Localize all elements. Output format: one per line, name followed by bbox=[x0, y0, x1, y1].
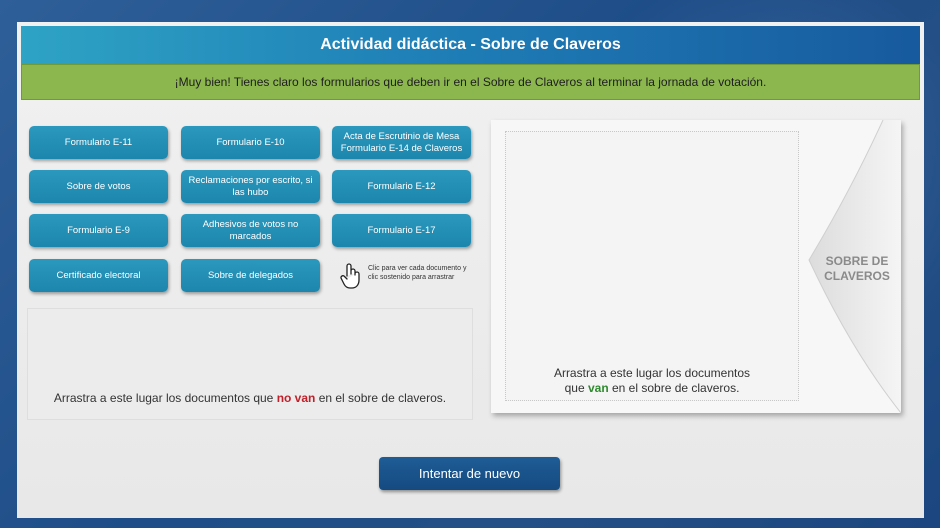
doc-formulario-e17[interactable]: Formulario E-17 bbox=[332, 214, 471, 247]
feedback-banner: ¡Muy bien! Tienes claro los formularios … bbox=[21, 64, 920, 100]
drop-zone-van[interactable]: Arrastra a este lugar los documentos que… bbox=[505, 131, 799, 401]
envelope-label: SOBRE DE CLAVEROS bbox=[817, 254, 897, 284]
drop-zone-no-van[interactable]: Arrastra a este lugar los documentos que… bbox=[27, 308, 473, 420]
drop-van-highlight: van bbox=[587, 381, 609, 395]
envelope-label-line1: SOBRE DE bbox=[825, 254, 889, 268]
drop-van-line1: Arrastra a este lugar los documentos bbox=[553, 366, 751, 380]
retry-button[interactable]: Intentar de nuevo bbox=[379, 457, 560, 490]
drop-zone-van-label: Arrastra a este lugar los documentos que… bbox=[506, 366, 798, 396]
drop-van-text-after: en el sobre de claveros. bbox=[612, 381, 740, 395]
doc-certificado-electoral[interactable]: Certificado electoral bbox=[29, 259, 168, 292]
doc-adhesivos[interactable]: Adhesivos de votos no marcados bbox=[181, 214, 320, 247]
drop-no-van-text-after: en el sobre de claveros. bbox=[318, 391, 447, 405]
doc-formulario-e12[interactable]: Formulario E-12 bbox=[332, 170, 471, 203]
drop-zone-no-van-label: Arrastra a este lugar los documentos que… bbox=[28, 391, 472, 405]
sobre-de-claveros-envelope: Arrastra a este lugar los documentos que… bbox=[491, 120, 901, 413]
doc-acta-e14[interactable]: Acta de Escrutinio de Mesa Formulario E-… bbox=[332, 126, 471, 159]
doc-reclamaciones[interactable]: Reclamaciones por escrito, si las hubo bbox=[181, 170, 320, 203]
hint-text: Clic para ver cada documento y clic sost… bbox=[368, 265, 467, 281]
doc-formulario-e10[interactable]: Formulario E-10 bbox=[181, 126, 320, 159]
drag-hint: Clic para ver cada documento y clic sost… bbox=[339, 262, 499, 292]
drop-van-line2: que van en el sobre de claveros. bbox=[506, 381, 798, 396]
doc-sobre-de-votos[interactable]: Sobre de votos bbox=[29, 170, 168, 203]
hand-pointer-icon bbox=[340, 263, 360, 289]
doc-formulario-e11[interactable]: Formulario E-11 bbox=[29, 126, 168, 159]
drop-no-van-highlight: no van bbox=[276, 391, 316, 405]
envelope-label-line2: CLAVEROS bbox=[824, 269, 890, 283]
activity-title: Actividad didáctica - Sobre de Claveros bbox=[21, 26, 920, 64]
drop-no-van-text-before: Arrastra a este lugar los documentos que bbox=[53, 391, 274, 405]
activity-frame: Actividad didáctica - Sobre de Claveros … bbox=[17, 22, 924, 518]
doc-formulario-e9[interactable]: Formulario E-9 bbox=[29, 214, 168, 247]
doc-sobre-de-delegados[interactable]: Sobre de delegados bbox=[181, 259, 320, 292]
drop-van-text-before: que bbox=[564, 381, 585, 395]
